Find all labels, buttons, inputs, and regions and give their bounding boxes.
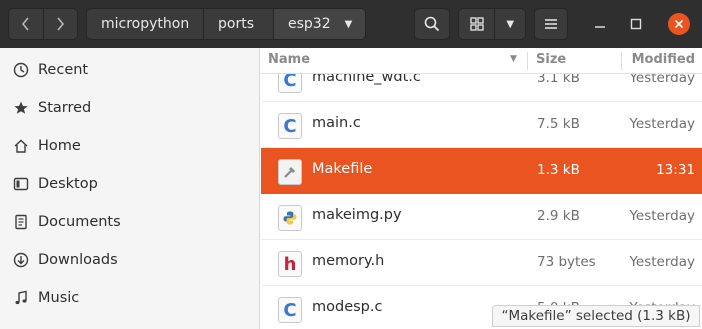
sidebar-item-label: Downloads	[38, 252, 118, 268]
file-size: 73 bytes	[537, 254, 596, 270]
forward-button[interactable]	[42, 9, 77, 39]
file-modified: Yesterday	[629, 116, 695, 132]
file-size: 2.9 kB	[537, 208, 580, 224]
download-icon	[13, 252, 29, 268]
header-bar: micropython ports esp32 ▼ ▼	[0, 0, 702, 48]
file-row-selected[interactable]: Makefile 1.3 kB 13:31	[261, 148, 702, 194]
menu-button[interactable]	[534, 8, 568, 40]
maximize-icon	[630, 18, 642, 30]
maximize-button[interactable]	[626, 14, 646, 34]
chevron-down-icon: ▼	[506, 18, 515, 30]
chevron-left-icon	[21, 17, 29, 31]
column-header: Name ▼ Size Modified	[261, 48, 702, 74]
sidebar-item-label: Home	[38, 138, 81, 154]
selection-status: “Makefile” selected (1.3 kB)	[492, 305, 700, 327]
sidebar: Recent Starred Home Desktop Documents Do…	[0, 48, 260, 329]
minimize-icon	[595, 26, 605, 28]
file-row[interactable]: makeimg.py 2.9 kB Yesterday	[261, 194, 702, 240]
hamburger-menu-icon	[545, 19, 557, 29]
column-name-header[interactable]: Name	[268, 52, 310, 67]
grid-view-icon	[470, 17, 484, 31]
back-button[interactable]	[9, 9, 43, 39]
sort-descending-icon: ▼	[510, 54, 517, 64]
breadcrumb: micropython ports esp32 ▼	[86, 8, 366, 40]
grid-view-button[interactable]	[459, 9, 495, 39]
sidebar-item-label: Recent	[38, 62, 89, 78]
c-source-icon: C	[278, 297, 302, 323]
sidebar-item-desktop[interactable]: Desktop	[0, 165, 259, 203]
breadcrumb-esp32[interactable]: esp32 ▼	[273, 9, 365, 39]
close-icon	[674, 19, 684, 29]
search-icon	[424, 16, 440, 32]
file-name: makeimg.py	[312, 207, 402, 223]
file-modified: 13:31	[656, 162, 695, 178]
clock-icon	[13, 62, 29, 78]
column-size-header[interactable]: Size	[536, 52, 566, 67]
breadcrumb-ports[interactable]: ports	[203, 9, 273, 39]
sidebar-item-downloads[interactable]: Downloads	[0, 241, 259, 279]
chevron-right-icon	[57, 17, 65, 31]
sidebar-item-recent[interactable]: Recent	[0, 51, 259, 89]
desktop-icon	[13, 176, 29, 192]
view-options: ▼	[458, 8, 526, 40]
c-source-icon: C	[278, 113, 302, 139]
sidebar-item-label: Desktop	[38, 176, 98, 192]
star-icon	[13, 100, 29, 116]
search-button[interactable]	[414, 8, 450, 40]
sidebar-item-documents[interactable]: Documents	[0, 203, 259, 241]
sidebar-item-home[interactable]: Home	[0, 127, 259, 165]
file-row[interactable]: h memory.h 73 bytes Yesterday	[261, 240, 702, 286]
navigation-buttons	[8, 8, 78, 40]
sidebar-item-label: Music	[38, 290, 80, 306]
file-name: modesp.c	[312, 299, 383, 315]
column-separator	[621, 52, 622, 70]
document-icon	[13, 214, 29, 230]
file-name: Makefile	[312, 161, 373, 177]
file-modified: Yesterday	[629, 254, 695, 270]
file-list: Name ▼ Size Modified C machine_wdt.c 3.1…	[261, 48, 702, 329]
sidebar-item-starred[interactable]: Starred	[0, 89, 259, 127]
chevron-down-icon: ▼	[344, 18, 353, 30]
file-name: memory.h	[312, 253, 385, 269]
column-modified-header[interactable]: Modified	[632, 52, 695, 67]
sidebar-item-label: Documents	[38, 214, 121, 230]
python-icon	[278, 205, 302, 231]
file-row[interactable]: C main.c 7.5 kB Yesterday	[261, 102, 702, 148]
file-name: main.c	[312, 115, 361, 131]
column-separator	[527, 52, 528, 70]
sidebar-item-label: Starred	[38, 100, 92, 116]
file-modified: Yesterday	[629, 208, 695, 224]
home-icon	[13, 138, 29, 154]
music-icon	[13, 290, 29, 306]
file-size: 7.5 kB	[537, 116, 580, 132]
sidebar-item-music[interactable]: Music	[0, 279, 259, 317]
makefile-icon	[278, 159, 302, 185]
view-dropdown-button[interactable]: ▼	[494, 9, 525, 39]
minimize-button[interactable]	[590, 14, 610, 34]
breadcrumb-esp32-label: esp32	[288, 16, 331, 32]
close-button[interactable]	[668, 13, 690, 35]
file-size: 1.3 kB	[537, 162, 580, 178]
h-header-icon: h	[278, 251, 302, 277]
breadcrumb-micropython[interactable]: micropython	[87, 9, 203, 39]
